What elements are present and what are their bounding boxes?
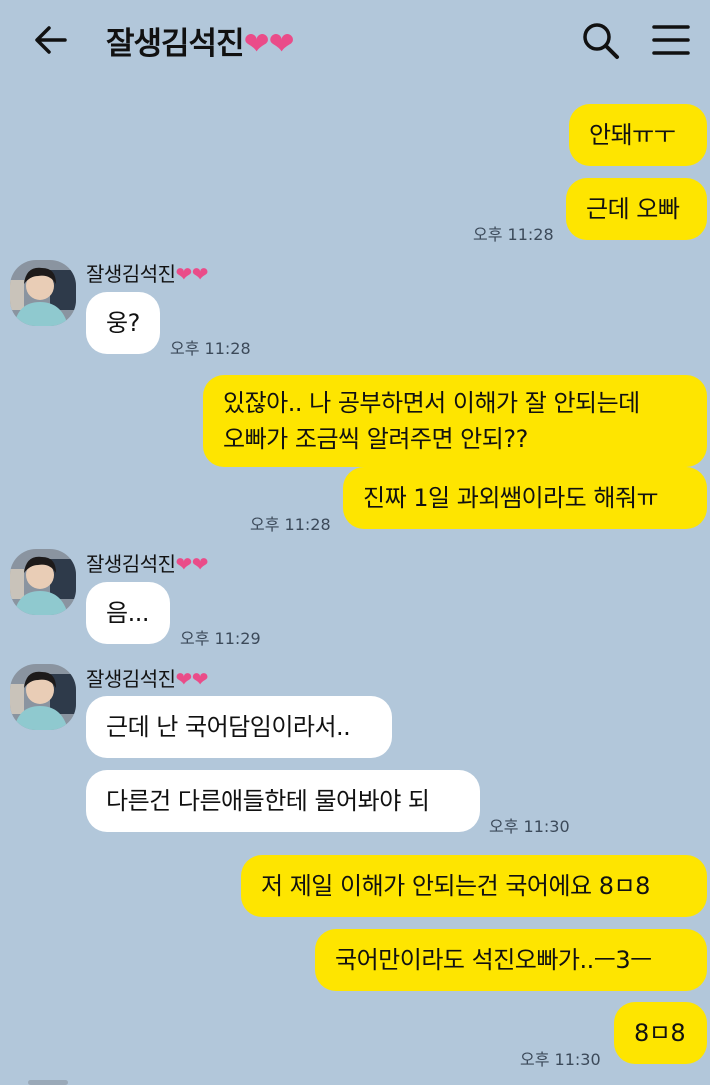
their-message-bubble[interactable]: 웅?: [86, 292, 160, 354]
my-message-bubble[interactable]: 8ㅁ8: [614, 1002, 707, 1064]
next-avatar-edge: [28, 1080, 68, 1085]
my-message-bubble[interactable]: 근데 오빠: [566, 178, 707, 240]
avatar[interactable]: [10, 664, 76, 730]
their-message-bubble[interactable]: 다른건 다른애들한테 물어봐야 되: [86, 770, 480, 832]
their-message-bubble[interactable]: 음...: [86, 582, 170, 644]
sender-name: 잘생김석진❤❤: [86, 667, 209, 691]
search-icon[interactable]: [581, 20, 621, 62]
back-arrow-icon[interactable]: [30, 22, 70, 58]
message-text: 저 제일 이해가 안되는건 국어에요 8ㅁ8: [261, 872, 650, 900]
heart-icon: ❤❤: [175, 262, 209, 286]
message-text: 웅?: [106, 309, 140, 337]
message-timestamp: 오후 11:28: [170, 339, 251, 358]
chat-screen: 잘생김석진❤❤ 안돼ㅠㅜ 근데 오빠 오후 11:28 잘생김석진❤❤ 웅? 오…: [0, 0, 710, 1085]
my-message-bubble[interactable]: 진짜 1일 과외쌤이라도 해줘ㅠ: [343, 467, 707, 529]
menu-icon[interactable]: [650, 22, 692, 58]
chat-header: 잘생김석진❤❤: [0, 0, 710, 86]
message-text: 8ㅁ8: [634, 1019, 686, 1047]
chat-title-name: 잘생김석진: [106, 26, 245, 62]
message-text: 음...: [106, 599, 149, 627]
message-timestamp: 오후 11:30: [489, 817, 570, 836]
my-message-bubble[interactable]: 국어만이라도 석진오빠가..ㅡ3ㅡ: [315, 929, 707, 991]
message-timestamp: 오후 11:28: [473, 225, 554, 244]
heart-icon: ❤❤: [175, 667, 209, 691]
message-timestamp: 오후 11:28: [250, 515, 331, 534]
message-text: 국어만이라도 석진오빠가..ㅡ3ㅡ: [335, 946, 652, 974]
heart-icon: ❤❤: [175, 552, 209, 576]
message-text: 안돼ㅠㅜ: [589, 121, 676, 149]
message-text: 근데 난 국어담임이라서..: [106, 713, 351, 741]
message-text-line: 오빠가 조금씩 알려주면 안되??: [223, 425, 528, 453]
sender-name: 잘생김석진❤❤: [86, 262, 209, 286]
message-text-line: 있잖아.. 나 공부하면서 이해가 잘 안되는데: [223, 389, 640, 417]
heart-icon: ❤❤: [243, 26, 295, 62]
chat-title: 잘생김석진❤❤: [106, 18, 295, 63]
message-timestamp: 오후 11:30: [520, 1050, 601, 1069]
my-message-bubble[interactable]: 있잖아.. 나 공부하면서 이해가 잘 안되는데 오빠가 조금씩 알려주면 안되…: [203, 375, 707, 467]
message-timestamp: 오후 11:29: [180, 629, 261, 648]
avatar[interactable]: [10, 260, 76, 326]
message-text: 근데 오빠: [586, 195, 680, 223]
my-message-bubble[interactable]: 저 제일 이해가 안되는건 국어에요 8ㅁ8: [241, 855, 707, 917]
avatar[interactable]: [10, 549, 76, 615]
sender-name: 잘생김석진❤❤: [86, 552, 209, 576]
my-message-bubble[interactable]: 안돼ㅠㅜ: [569, 104, 707, 166]
message-text: 다른건 다른애들한테 물어봐야 되: [106, 787, 430, 815]
message-text: 진짜 1일 과외쌤이라도 해줘ㅠ: [363, 484, 659, 512]
their-message-bubble[interactable]: 근데 난 국어담임이라서..: [86, 696, 392, 758]
